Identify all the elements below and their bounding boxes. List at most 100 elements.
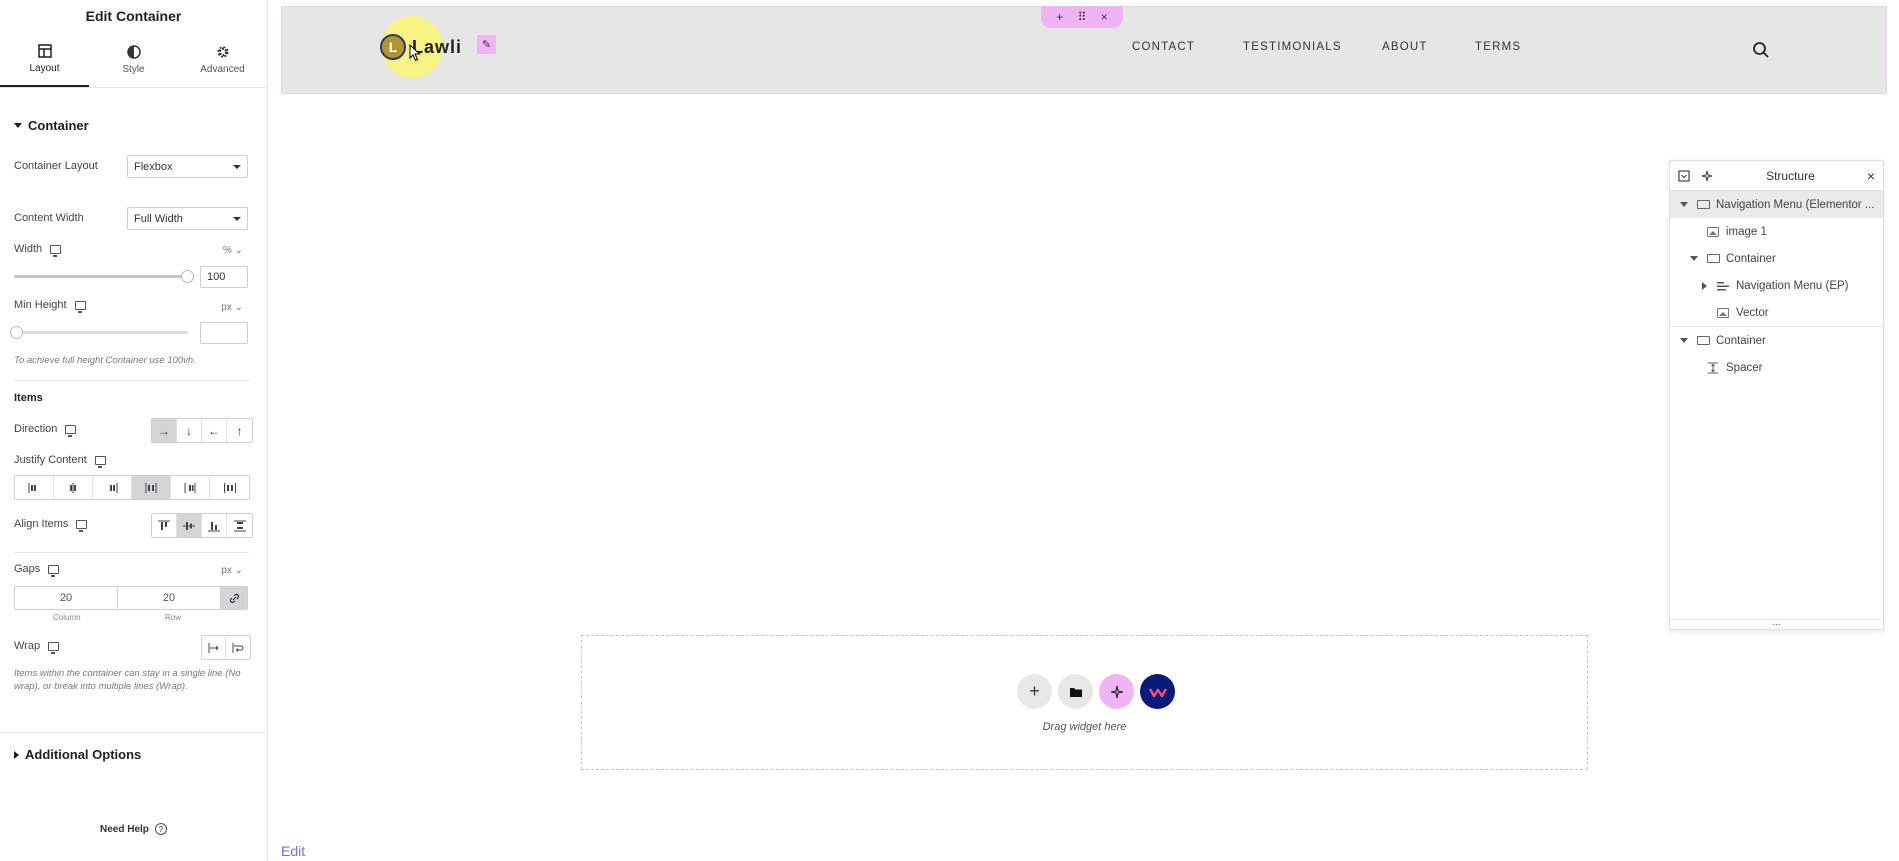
desktop-icon[interactable] xyxy=(50,244,62,257)
drag-handle-icon[interactable]: ⠿ xyxy=(1078,10,1087,24)
link-icon[interactable] xyxy=(221,587,247,609)
canvas-edit-link[interactable]: Edit xyxy=(281,843,305,859)
min-height-input[interactable] xyxy=(200,322,248,344)
justify-center-icon[interactable] xyxy=(54,476,93,499)
content-width-value: Full Width xyxy=(134,212,183,225)
mouse-pointer-icon xyxy=(409,44,421,62)
structure-row[interactable]: Vector xyxy=(1670,299,1883,326)
gap-row-label: Row xyxy=(165,613,182,622)
template-library-button[interactable] xyxy=(1058,674,1093,709)
collapse-all-icon[interactable] xyxy=(1678,169,1690,182)
site-logo[interactable]: L Lawli xyxy=(380,34,462,60)
structure-row[interactable]: Container xyxy=(1670,327,1883,354)
add-element-button[interactable]: + xyxy=(1056,10,1063,24)
desktop-icon[interactable] xyxy=(48,564,60,577)
direction-buttons: → ↓ ← ↑ xyxy=(151,418,253,443)
justify-space-around-icon[interactable] xyxy=(171,476,210,499)
gaps-unit-select[interactable]: px ⌄ xyxy=(221,565,243,576)
structure-row[interactable]: Container xyxy=(1670,245,1883,272)
align-start-icon[interactable] xyxy=(152,514,177,537)
folder-icon xyxy=(1069,687,1082,697)
justify-space-between-icon[interactable] xyxy=(132,476,171,499)
close-icon[interactable]: × xyxy=(1867,168,1875,184)
direction-row-button[interactable]: → xyxy=(152,419,177,442)
sparkle-icon xyxy=(1110,685,1123,698)
edit-widget-button[interactable]: ✎ xyxy=(477,35,496,54)
additional-options-label: Additional Options xyxy=(25,747,142,762)
nav-item-terms[interactable]: TERMS xyxy=(1475,41,1521,53)
caret-right-icon[interactable] xyxy=(1698,281,1710,290)
structure-row[interactable]: Navigation Menu (EP) xyxy=(1670,272,1883,299)
width-slider-thumb[interactable] xyxy=(181,270,194,283)
gap-column-input[interactable]: 20 xyxy=(15,587,118,609)
tab-style[interactable]: Style xyxy=(89,32,178,87)
content-width-label: Content Width xyxy=(14,212,84,224)
container-icon xyxy=(1696,336,1710,345)
align-center-icon[interactable] xyxy=(177,514,202,537)
wrap-icon[interactable] xyxy=(226,636,250,659)
justify-space-evenly-icon[interactable] xyxy=(210,476,249,499)
min-height-unit-select[interactable]: px ⌄ xyxy=(221,302,243,313)
caret-down-icon[interactable] xyxy=(1678,338,1690,343)
min-height-slider[interactable] xyxy=(10,326,188,339)
caret-right-icon xyxy=(14,750,19,759)
addon-logo-icon xyxy=(1148,687,1167,697)
structure-row[interactable]: Navigation Menu (Elementor ... xyxy=(1670,191,1883,218)
divider xyxy=(14,552,249,553)
tab-layout[interactable]: Layout xyxy=(0,32,89,87)
logo-mark: L xyxy=(380,34,406,60)
help-icon: ? xyxy=(154,823,167,835)
min-height-slider-thumb[interactable] xyxy=(10,326,23,339)
width-slider[interactable] xyxy=(14,270,194,283)
structure-row[interactable]: image 1 xyxy=(1670,218,1883,245)
align-end-icon[interactable] xyxy=(202,514,227,537)
align-stretch-icon[interactable] xyxy=(227,514,252,537)
add-widget-button[interactable]: + xyxy=(1017,674,1052,709)
container-layout-select[interactable]: Flexbox xyxy=(127,155,248,178)
sparkle-icon[interactable] xyxy=(1700,169,1714,183)
delete-element-button[interactable]: × xyxy=(1101,10,1108,24)
direction-row-reverse-button[interactable]: ← xyxy=(202,419,227,442)
wrap-buttons xyxy=(201,635,251,660)
gaps-inputs: 20 20 xyxy=(14,586,248,610)
min-height-label: Min Height xyxy=(14,299,86,313)
widget-dropzone[interactable]: + Drag widget here xyxy=(581,635,1588,770)
nav-item-about[interactable]: ABOUT xyxy=(1382,41,1428,53)
width-unit: % xyxy=(222,245,232,256)
section-container-toggle[interactable]: Container xyxy=(14,118,89,133)
width-input[interactable]: 100 xyxy=(200,266,248,288)
justify-content-buttons xyxy=(14,475,250,500)
caret-down-icon[interactable] xyxy=(1678,202,1690,207)
desktop-icon[interactable] xyxy=(48,641,60,654)
structure-resize-handle[interactable]: ... xyxy=(1670,618,1883,629)
items-heading-text: Items xyxy=(14,392,43,404)
wrap-label: Wrap xyxy=(14,640,60,654)
nav-item-testimonials[interactable]: TESTIMONIALS xyxy=(1243,41,1342,53)
additional-options-toggle[interactable]: Additional Options xyxy=(14,747,141,762)
direction-column-reverse-button[interactable]: ↑ xyxy=(227,419,252,442)
desktop-icon[interactable] xyxy=(94,455,106,468)
desktop-icon[interactable] xyxy=(76,519,88,532)
structure-row[interactable]: Spacer xyxy=(1670,354,1883,381)
ai-button[interactable] xyxy=(1099,674,1134,709)
justify-end-icon[interactable] xyxy=(93,476,132,499)
divider xyxy=(14,380,249,381)
addon-button[interactable] xyxy=(1140,674,1175,709)
direction-column-button[interactable]: ↓ xyxy=(177,419,202,442)
no-wrap-icon[interactable] xyxy=(202,636,226,659)
desktop-icon[interactable] xyxy=(74,300,86,313)
width-label: Width xyxy=(14,243,62,257)
caret-down-icon[interactable] xyxy=(1688,256,1700,261)
gaps-text: Gaps xyxy=(14,563,41,575)
need-help-link[interactable]: Need Help ? xyxy=(100,823,167,835)
search-icon[interactable] xyxy=(1752,41,1770,59)
width-unit-select[interactable]: % ⌄ xyxy=(223,245,243,256)
align-items-buttons xyxy=(151,513,253,538)
tab-advanced[interactable]: Advanced xyxy=(178,32,267,87)
justify-start-icon[interactable] xyxy=(15,476,54,499)
min-height-hint: To achieve full height Container use 100… xyxy=(14,355,196,366)
content-width-select[interactable]: Full Width xyxy=(127,207,248,230)
desktop-icon[interactable] xyxy=(65,424,77,437)
gap-row-input[interactable]: 20 xyxy=(118,587,221,609)
nav-item-contact[interactable]: CONTACT xyxy=(1132,41,1195,53)
